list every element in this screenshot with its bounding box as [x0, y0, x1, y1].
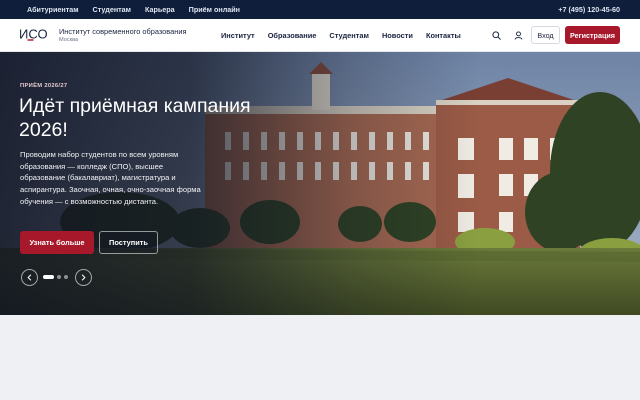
top-link-career[interactable]: Карьера	[145, 5, 175, 14]
logo-mark-text: ИСО	[19, 27, 48, 41]
phone-number[interactable]: +7 (495) 120-45-60	[558, 0, 620, 19]
hero-eyebrow: ПРИЁМ 2026/27	[20, 83, 68, 89]
slider-dot-2[interactable]	[57, 275, 61, 279]
slider-dot-3[interactable]	[64, 275, 68, 279]
login-button[interactable]: Вход	[531, 26, 560, 44]
apply-button[interactable]: Поступить	[99, 231, 158, 254]
nav-item-news[interactable]: Новости	[382, 31, 413, 40]
hero-title: Идёт приёмная кампания 2026!	[19, 95, 251, 141]
account-button[interactable]	[512, 29, 524, 41]
learn-more-button[interactable]: Узнать больше	[20, 231, 94, 254]
logo-mark[interactable]: ИСО	[19, 27, 53, 41]
org-city: Москва	[59, 37, 79, 43]
slider-next-button[interactable]	[75, 269, 92, 286]
chevron-right-icon	[81, 274, 86, 281]
logo-accent-bar	[27, 39, 34, 41]
top-link-applicants[interactable]: Абитуриентам	[27, 5, 79, 14]
search-icon	[491, 30, 501, 40]
top-link-online-admission[interactable]: Приём онлайн	[189, 5, 240, 14]
hero-description: Проводим набор студентов по всем уровням…	[20, 150, 201, 206]
slider-prev-button[interactable]	[21, 269, 38, 286]
nav-item-education[interactable]: Образование	[268, 31, 317, 40]
top-links: Абитуриентам Студентам Карьера Приём онл…	[27, 0, 240, 19]
org-name-block[interactable]: Институт современного образования Москва	[59, 27, 186, 44]
slider-dots	[43, 275, 68, 279]
top-link-students[interactable]: Студентам	[93, 5, 131, 14]
org-name: Институт современного образования	[59, 27, 187, 36]
register-button[interactable]: Регистрация	[565, 26, 620, 44]
main-nav: Институт Образование Студентам Новости К…	[221, 19, 461, 51]
nav-item-students[interactable]: Студентам	[329, 31, 369, 40]
user-icon	[514, 30, 522, 40]
nav-item-contacts[interactable]: Контакты	[426, 31, 461, 40]
search-button[interactable]	[490, 29, 502, 41]
nav-item-institute[interactable]: Институт	[221, 31, 255, 40]
top-utility-bar: Абитуриентам Студентам Карьера Приём онл…	[0, 0, 640, 19]
slider-dot-1[interactable]	[43, 275, 54, 279]
page-content-area	[0, 315, 640, 400]
chevron-left-icon	[27, 274, 32, 281]
